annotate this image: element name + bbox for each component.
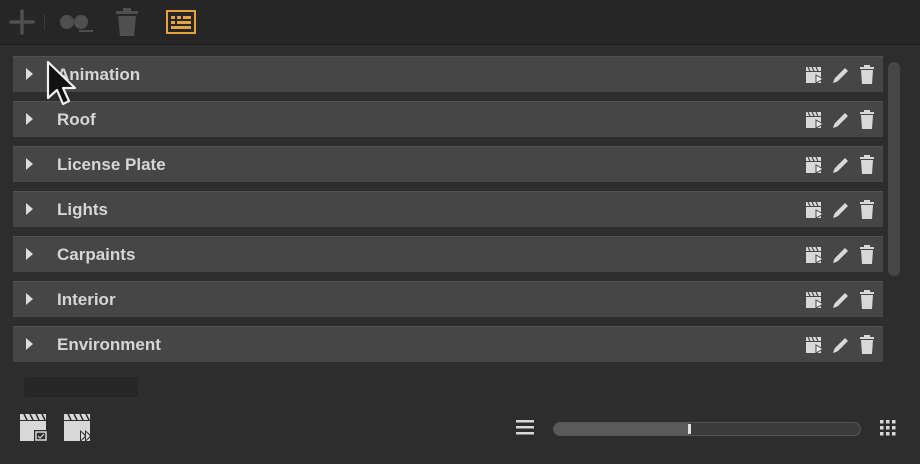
add-animation-icon[interactable]: [18, 410, 52, 446]
expand-arrow-icon[interactable]: [26, 158, 33, 170]
zoom-slider[interactable]: [553, 422, 861, 436]
group-label: Lights: [57, 200, 108, 219]
expand-arrow-icon[interactable]: [26, 203, 33, 215]
trash-icon[interactable]: [112, 6, 142, 38]
expand-arrow-icon[interactable]: [26, 68, 33, 80]
pencil-icon[interactable]: [831, 65, 851, 85]
expand-arrow-icon[interactable]: [26, 293, 33, 305]
sequence-icon[interactable]: [56, 6, 94, 38]
pencil-icon[interactable]: [831, 290, 851, 310]
mouse-cursor-icon: [46, 60, 80, 108]
clapper-play-icon[interactable]: [805, 290, 825, 310]
play-all-icon[interactable]: [62, 410, 96, 446]
group-row-license-plate[interactable]: License Plate: [13, 146, 883, 182]
zoom-slider-thumb[interactable]: [687, 424, 691, 434]
toolbar-divider: [44, 14, 45, 30]
expand-arrow-icon[interactable]: [26, 248, 33, 260]
expand-arrow-icon[interactable]: [26, 338, 33, 350]
pencil-icon[interactable]: [831, 335, 851, 355]
group-label: Interior: [57, 290, 116, 309]
group-row-lights[interactable]: Lights: [13, 191, 883, 227]
clapper-play-icon[interactable]: [805, 110, 825, 130]
group-row-roof[interactable]: Roof: [13, 101, 883, 137]
vertical-scrollbar[interactable]: [888, 62, 900, 276]
pencil-icon[interactable]: [831, 200, 851, 220]
pencil-icon[interactable]: [831, 110, 851, 130]
switch-panel-icon[interactable]: [164, 6, 198, 38]
group-row-interior[interactable]: Interior: [13, 281, 883, 317]
grid-view-icon[interactable]: [878, 418, 898, 438]
horizontal-scrollbar[interactable]: [24, 377, 138, 397]
group-row-environment[interactable]: Environment: [13, 326, 883, 362]
group-label: License Plate: [57, 155, 166, 174]
pencil-icon[interactable]: [831, 245, 851, 265]
list-view-icon[interactable]: [514, 418, 536, 436]
clapper-play-icon[interactable]: [805, 245, 825, 265]
group-row-animation[interactable]: Animation: [13, 56, 883, 92]
top-toolbar: [0, 0, 920, 45]
clapper-play-icon[interactable]: [805, 335, 825, 355]
trash-icon[interactable]: [857, 200, 877, 220]
group-label: Environment: [57, 335, 161, 354]
trash-icon[interactable]: [857, 155, 877, 175]
trash-icon[interactable]: [857, 110, 877, 130]
trash-icon[interactable]: [857, 65, 877, 85]
trash-icon[interactable]: [857, 335, 877, 355]
clapper-play-icon[interactable]: [805, 200, 825, 220]
zoom-slider-fill: [554, 423, 689, 435]
pencil-icon[interactable]: [831, 155, 851, 175]
group-row-carpaints[interactable]: Carpaints: [13, 236, 883, 272]
clapper-play-icon[interactable]: [805, 65, 825, 85]
add-icon[interactable]: [6, 6, 38, 38]
trash-icon[interactable]: [857, 245, 877, 265]
clapper-play-icon[interactable]: [805, 155, 825, 175]
group-label: Carpaints: [57, 245, 136, 264]
trash-icon[interactable]: [857, 290, 877, 310]
expand-arrow-icon[interactable]: [26, 113, 33, 125]
group-label: Roof: [57, 110, 96, 129]
